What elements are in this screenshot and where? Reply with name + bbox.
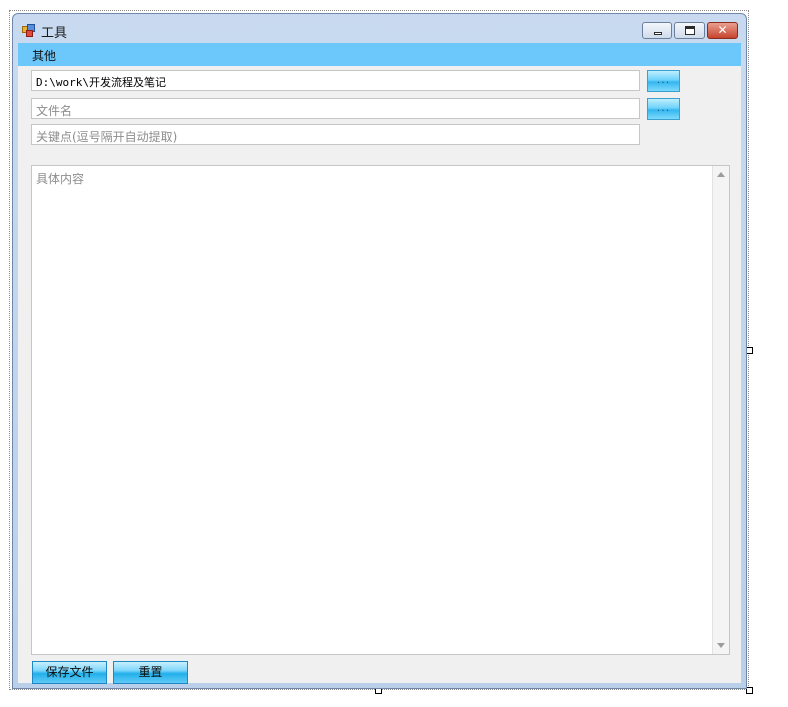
path-input[interactable]: D:\work\开发流程及笔记	[31, 70, 640, 91]
content-placeholder: 具体内容	[36, 172, 85, 186]
form-window: 工具 ✕ 其他 D:\work\开发流程及笔记 ... 文件名 ... 关键点(…	[12, 13, 747, 689]
menu-bar: 其他	[18, 43, 741, 66]
browse-filename-button[interactable]: ...	[647, 98, 680, 120]
maximize-icon	[685, 26, 695, 35]
browse-path-button[interactable]: ...	[647, 70, 680, 92]
keywords-input[interactable]: 关键点(逗号隔开自动提取)	[31, 124, 640, 145]
menu-item-other[interactable]: 其他	[28, 46, 60, 65]
vertical-scrollbar[interactable]	[712, 166, 729, 654]
minimize-button[interactable]	[642, 22, 672, 39]
close-icon: ✕	[717, 23, 728, 37]
app-icon	[22, 24, 35, 37]
scroll-down-icon[interactable]	[717, 643, 725, 648]
window-title: 工具	[41, 26, 68, 41]
minimize-icon	[654, 32, 662, 35]
maximize-button[interactable]	[674, 22, 705, 39]
title-bar[interactable]: 工具 ✕	[13, 14, 746, 44]
resize-grip-right[interactable]	[746, 347, 753, 354]
content-textarea[interactable]: 具体内容	[31, 165, 730, 655]
reset-button[interactable]: 重置	[113, 661, 188, 684]
close-button[interactable]: ✕	[707, 22, 738, 39]
resize-grip-corner[interactable]	[746, 687, 753, 694]
scroll-up-icon[interactable]	[717, 172, 725, 177]
filename-input[interactable]: 文件名	[31, 98, 640, 119]
client-area: 其他 D:\work\开发流程及笔记 ... 文件名 ... 关键点(逗号隔开自…	[18, 43, 741, 684]
save-file-button[interactable]: 保存文件	[32, 661, 107, 684]
